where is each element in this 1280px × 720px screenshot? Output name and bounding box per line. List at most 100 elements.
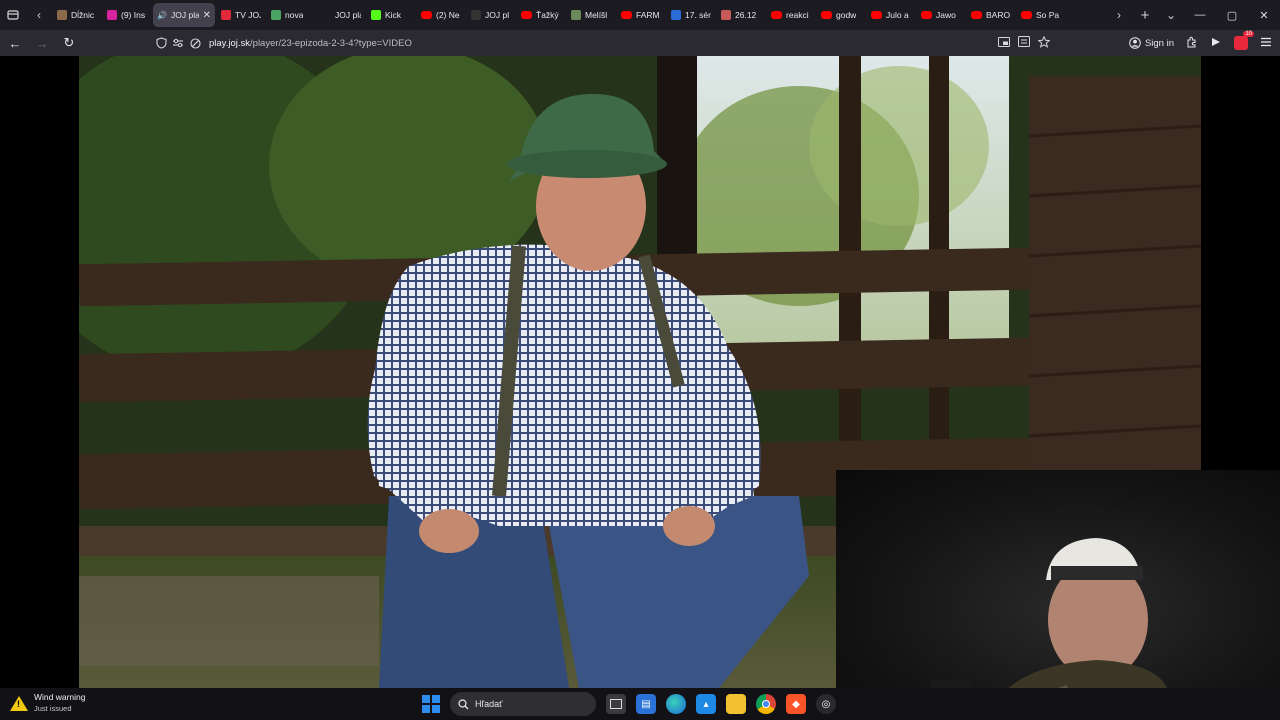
- taskbar-apps: Hľadať ▤ ▴ ◆ ◎: [422, 691, 836, 717]
- browser-tab[interactable]: Melíšl: [567, 3, 615, 27]
- browser-tab[interactable]: BARO: [967, 3, 1015, 27]
- browser-tab[interactable]: FARM: [617, 3, 665, 27]
- browser-tab[interactable]: Jawo: [917, 3, 965, 27]
- weather-widget[interactable]: ! Wind warning Just issued: [10, 692, 86, 714]
- tab-groups-icon[interactable]: [0, 0, 26, 30]
- taskbar-search[interactable]: Hľadať: [450, 692, 596, 716]
- chrome-icon[interactable]: [756, 694, 776, 714]
- back-button[interactable]: ←: [3, 31, 27, 55]
- tab-label: JOJ pla: [171, 10, 199, 20]
- browser-tab[interactable]: 26.12: [717, 3, 765, 27]
- tab-label: Julo a: [886, 10, 909, 20]
- browser-tab[interactable]: JOJ play: [317, 3, 365, 27]
- browser-tab[interactable]: (9) Ins: [103, 3, 151, 27]
- page-content: [0, 56, 1280, 688]
- tab-scroll-right-icon[interactable]: ›: [1106, 0, 1132, 30]
- tab-label: Jawo: [936, 10, 956, 20]
- permissions-icon[interactable]: [171, 36, 185, 50]
- warning-icon: !: [10, 695, 28, 711]
- tab-label: nova: [285, 10, 304, 20]
- close-tab-icon[interactable]: ✕: [203, 10, 211, 21]
- photos-icon[interactable]: ▴: [696, 694, 716, 714]
- url-text[interactable]: play.joj.sk/player/23-epizoda-2-3-4?type…: [209, 38, 412, 49]
- sign-in-label: Sign in: [1144, 37, 1174, 49]
- list-all-tabs-icon[interactable]: ⌄: [1158, 0, 1184, 30]
- notification-count-badge: 10: [1243, 31, 1254, 37]
- search-icon: [458, 698, 469, 709]
- bookmark-star-icon[interactable]: [1037, 35, 1051, 51]
- tab-label: (9) Ins: [121, 10, 146, 20]
- task-view-icon[interactable]: [606, 694, 626, 714]
- browser-tab[interactable]: JOJ pl: [467, 3, 515, 27]
- tab-label: godw: [836, 10, 857, 20]
- extensions-icon[interactable]: [1186, 36, 1198, 51]
- browser-tab[interactable]: (2) Ne: [417, 3, 465, 27]
- vpn-extension-icon[interactable]: [1210, 36, 1222, 51]
- tracking-blocked-icon[interactable]: [188, 36, 202, 50]
- tab-label: (2) Ne: [436, 10, 460, 20]
- close-window-button[interactable]: ✕: [1248, 0, 1280, 30]
- joj-icon: [321, 10, 331, 20]
- browser-tab[interactable]: Dĺžnic: [53, 3, 101, 27]
- microsoft-store-icon[interactable]: ▤: [636, 694, 656, 714]
- maximize-button[interactable]: ▢: [1216, 0, 1248, 30]
- tab-label: FARM: [636, 10, 660, 20]
- sign-in-button[interactable]: Sign in: [1129, 37, 1174, 49]
- chrome-icon: [271, 10, 281, 20]
- forward-button[interactable]: →: [30, 31, 54, 55]
- new-tab-button[interactable]: +: [1132, 0, 1158, 30]
- browser-tab[interactable]: Julo a: [867, 3, 915, 27]
- browser-tab[interactable]: So Pa: [1017, 3, 1065, 27]
- shield-icon[interactable]: [154, 36, 168, 50]
- menu-icon[interactable]: [1260, 37, 1272, 50]
- address-bar[interactable]: play.joj.sk/player/23-epizoda-2-3-4?type…: [154, 33, 1054, 53]
- start-button[interactable]: [422, 695, 440, 713]
- picture-in-picture-icon[interactable]: [998, 36, 1010, 50]
- browser-tab[interactable]: Ťažký: [517, 3, 565, 27]
- reader-view-icon[interactable]: [1018, 36, 1030, 50]
- account-icon: [1129, 37, 1141, 49]
- weather-warning-subtitle: Just issued: [34, 704, 72, 713]
- speaker-icon: 🔊: [157, 10, 167, 20]
- youtube-icon: [771, 11, 782, 19]
- browser-tab[interactable]: godw: [817, 3, 865, 27]
- obs-icon[interactable]: ◎: [816, 694, 836, 714]
- webcam-overlay: [836, 470, 1280, 688]
- page-icon: [57, 10, 67, 20]
- navigation-toolbar: ← → ↻ play.joj.sk/player/23-epizoda-2-3-…: [0, 30, 1280, 56]
- youtube-icon: [1021, 11, 1032, 19]
- instagram-icon: [107, 10, 117, 20]
- power-icon: [221, 10, 231, 20]
- tab-scroll-left-icon[interactable]: ‹: [26, 0, 52, 30]
- url-path: /player/23-epizoda-2-3-4?type=VIDEO: [250, 37, 412, 49]
- page-icon: [571, 10, 581, 20]
- weather-warning-title: Wind warning: [34, 692, 86, 702]
- tab-list: Dĺžnic (9) Ins 🔊 JOJ pla ✕ TV JOJ nova JOJ play…: [52, 0, 1106, 30]
- edge-icon[interactable]: [666, 694, 686, 714]
- browser-tab[interactable]: 17. sér: [667, 3, 715, 27]
- ublock-extension-icon[interactable]: 10: [1234, 31, 1254, 50]
- file-explorer-icon[interactable]: [726, 694, 746, 714]
- tab-label: BARO: [986, 10, 1011, 20]
- youtube-icon: [971, 11, 982, 19]
- youtube-icon: [821, 11, 832, 19]
- browser-tab[interactable]: 🔊 JOJ pla ✕: [153, 3, 215, 27]
- tab-label: 26.12: [735, 10, 757, 20]
- windows-taskbar: ! Wind warning Just issued Hľadať ▤ ▴ ◆ …: [0, 688, 1280, 720]
- v-icon: [671, 10, 681, 20]
- browser-tab[interactable]: Kick: [367, 3, 415, 27]
- reload-button[interactable]: ↻: [57, 31, 81, 55]
- browser-tab[interactable]: nova: [267, 3, 315, 27]
- tab-strip: ‹ Dĺžnic (9) Ins 🔊 JOJ pla ✕ TV JOJ nova JOJ pl…: [0, 0, 1280, 30]
- search-placeholder: Hľadať: [475, 699, 503, 709]
- browser-tab[interactable]: reakci: [767, 3, 815, 27]
- tab-label: Ťažký: [536, 10, 559, 20]
- brave-icon[interactable]: ◆: [786, 694, 806, 714]
- browser-tab[interactable]: TV JOJ: [217, 3, 265, 27]
- tab-label: Dĺžnic: [71, 10, 95, 20]
- tab-label: Kick: [385, 10, 402, 20]
- joj-icon: [471, 10, 481, 20]
- kick-icon: [371, 10, 381, 20]
- minimize-button[interactable]: —: [1184, 0, 1216, 30]
- url-domain: play.joj.sk: [209, 37, 251, 49]
